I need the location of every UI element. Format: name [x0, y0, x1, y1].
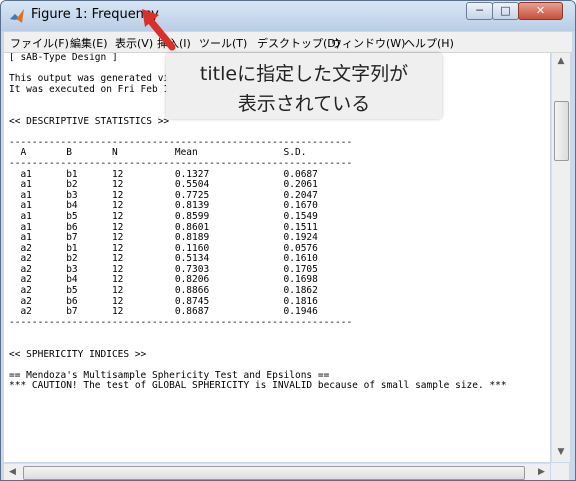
vertical-scrollbar[interactable]: ▲ ▼ [551, 53, 570, 462]
arrow-left-icon: ◀ [9, 467, 16, 477]
scroll-down-button[interactable]: ▼ [552, 444, 570, 461]
close-icon: ✕ [535, 4, 546, 17]
menu-help[interactable]: ヘルプ(H) [404, 35, 454, 51]
resize-grip[interactable] [551, 463, 569, 480]
horizontal-scroll-thumb[interactable] [23, 466, 525, 480]
annotation-callout: titleに指定した文字列が 表示されている [166, 53, 442, 119]
minimize-icon: ─ [476, 4, 483, 17]
close-button[interactable]: ✕ [518, 2, 563, 20]
callout-line-1: titleに指定した文字列が [199, 63, 409, 85]
menu-desktop[interactable]: デスクトップ(D) [257, 35, 340, 51]
menu-edit[interactable]: 編集(E) [70, 35, 108, 51]
minimize-button[interactable]: ─ [466, 2, 493, 20]
annotation-arrow-icon [142, 9, 176, 51]
scroll-right-button[interactable]: ▶ [533, 464, 550, 480]
arrow-right-icon: ▶ [538, 467, 545, 477]
scroll-left-button[interactable]: ◀ [4, 464, 21, 480]
arrow-up-icon: ▲ [557, 56, 565, 66]
menu-tools[interactable]: ツール(T) [199, 35, 247, 51]
menu-bar: ファイル(F) 編集(E) 表示(V) 挿入(I) ツール(T) デスクトップ(… [4, 32, 572, 53]
menu-file[interactable]: ファイル(F) [10, 35, 69, 51]
matlab-logo-icon [10, 9, 24, 23]
maximize-icon: □ [500, 4, 511, 17]
menu-window[interactable]: ウィンドウ(W) [331, 35, 405, 51]
horizontal-scrollbar[interactable]: ◀ ▶ [4, 463, 550, 480]
maximize-button[interactable]: □ [492, 2, 519, 20]
scroll-up-button[interactable]: ▲ [552, 53, 570, 70]
arrow-down-icon: ▼ [557, 447, 565, 457]
title-bar[interactable]: Figure 1: Frequency ─ □ ✕ [1, 1, 575, 31]
vertical-scroll-thumb[interactable] [554, 101, 569, 161]
figure-window: Figure 1: Frequency ─ □ ✕ ファイル(F) 編集(E) … [0, 0, 576, 481]
callout-line-2: 表示されている [237, 93, 371, 115]
